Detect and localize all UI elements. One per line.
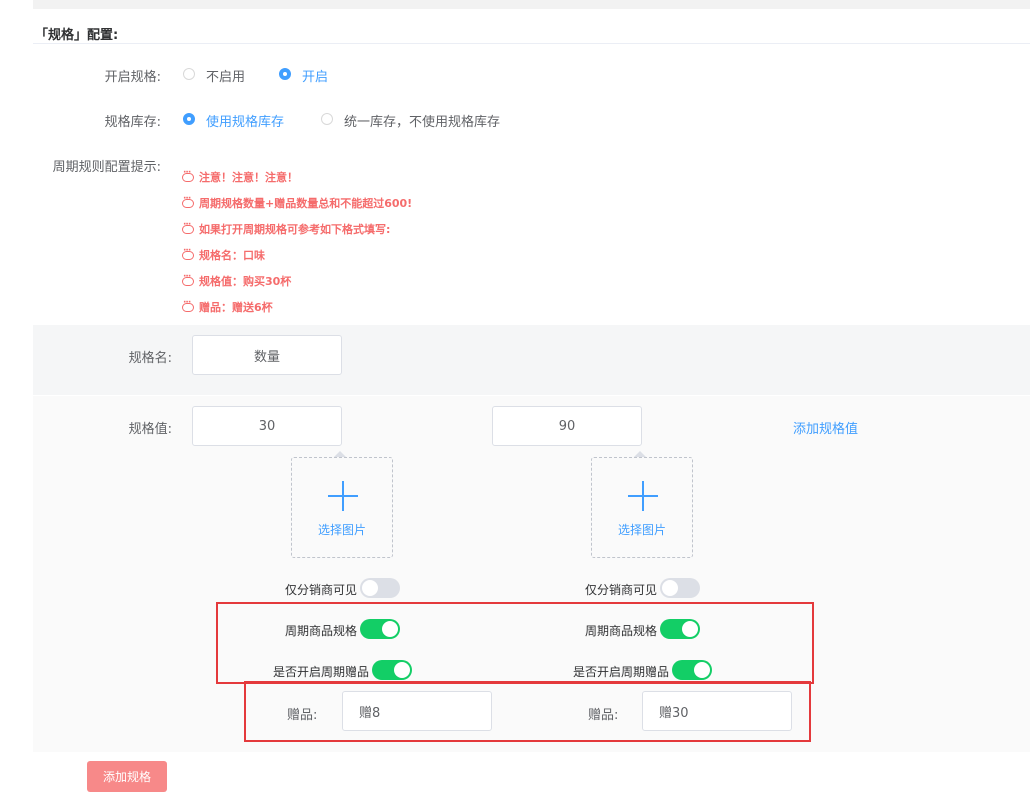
tip-item: 周期规格数量+赠品数量总和不能超过600! — [182, 194, 412, 211]
distributor-only-switch[interactable] — [360, 578, 400, 598]
comment-icon — [182, 220, 194, 234]
highlight-box-gifts — [244, 681, 811, 742]
select-image-button[interactable]: 选择图片 — [291, 457, 393, 558]
radio-use-spec-stock[interactable] — [183, 113, 195, 125]
radio-unified-stock[interactable] — [321, 113, 333, 125]
top-bar — [33, 0, 1030, 9]
comment-icon — [182, 298, 194, 312]
section-title: 「规格」配置: — [35, 28, 119, 43]
distributor-only-switch[interactable] — [660, 578, 700, 598]
distributor-only-label: 仅分销商可见 — [584, 583, 657, 597]
spec-name-row — [33, 325, 1030, 395]
spec-value-input[interactable]: 90 — [492, 406, 642, 446]
distributor-only-label: 仅分销商可见 — [284, 583, 357, 597]
spec-value-input[interactable]: 30 — [192, 406, 342, 446]
add-spec-button[interactable]: 添加规格 — [87, 761, 167, 792]
tip-item: 赠品：赠送6杯 — [182, 298, 273, 315]
tip-item: 规格值：购买30杯 — [182, 272, 291, 289]
tip-item: 如果打开周期规格可参考如下格式填写: — [182, 220, 390, 237]
enable-spec-label: 开启规格: — [104, 70, 161, 85]
radio-use-spec-stock-label[interactable]: 使用规格库存 — [206, 111, 284, 130]
radio-enable[interactable] — [279, 68, 291, 80]
select-image-label: 选择图片 — [617, 523, 666, 537]
spec-name-label: 规格名: — [128, 351, 172, 366]
spec-value-label: 规格值: — [128, 422, 172, 437]
comment-icon — [182, 272, 194, 286]
spec-stock-label: 规格库存: — [104, 115, 161, 130]
title-divider — [33, 43, 1030, 44]
tip-item: 规格名：口味 — [182, 246, 265, 263]
tip-item: 注意！注意！注意！ — [182, 168, 298, 185]
radio-disable-label[interactable]: 不启用 — [206, 66, 245, 85]
spec-name-input[interactable]: 数量 — [192, 335, 342, 375]
radio-disable[interactable] — [183, 68, 195, 80]
cycle-tips-label: 周期规则配置提示: — [52, 160, 161, 175]
select-image-button[interactable]: 选择图片 — [591, 457, 693, 558]
select-image-label: 选择图片 — [317, 523, 366, 537]
highlight-box-switches — [216, 602, 814, 684]
comment-icon — [182, 168, 194, 182]
comment-icon — [182, 246, 194, 260]
comment-icon — [182, 194, 194, 208]
radio-enable-label[interactable]: 开启 — [302, 66, 328, 85]
radio-unified-stock-label[interactable]: 统一库存，不使用规格库存 — [344, 111, 500, 130]
add-spec-value-link[interactable]: 添加规格值 — [793, 418, 858, 437]
